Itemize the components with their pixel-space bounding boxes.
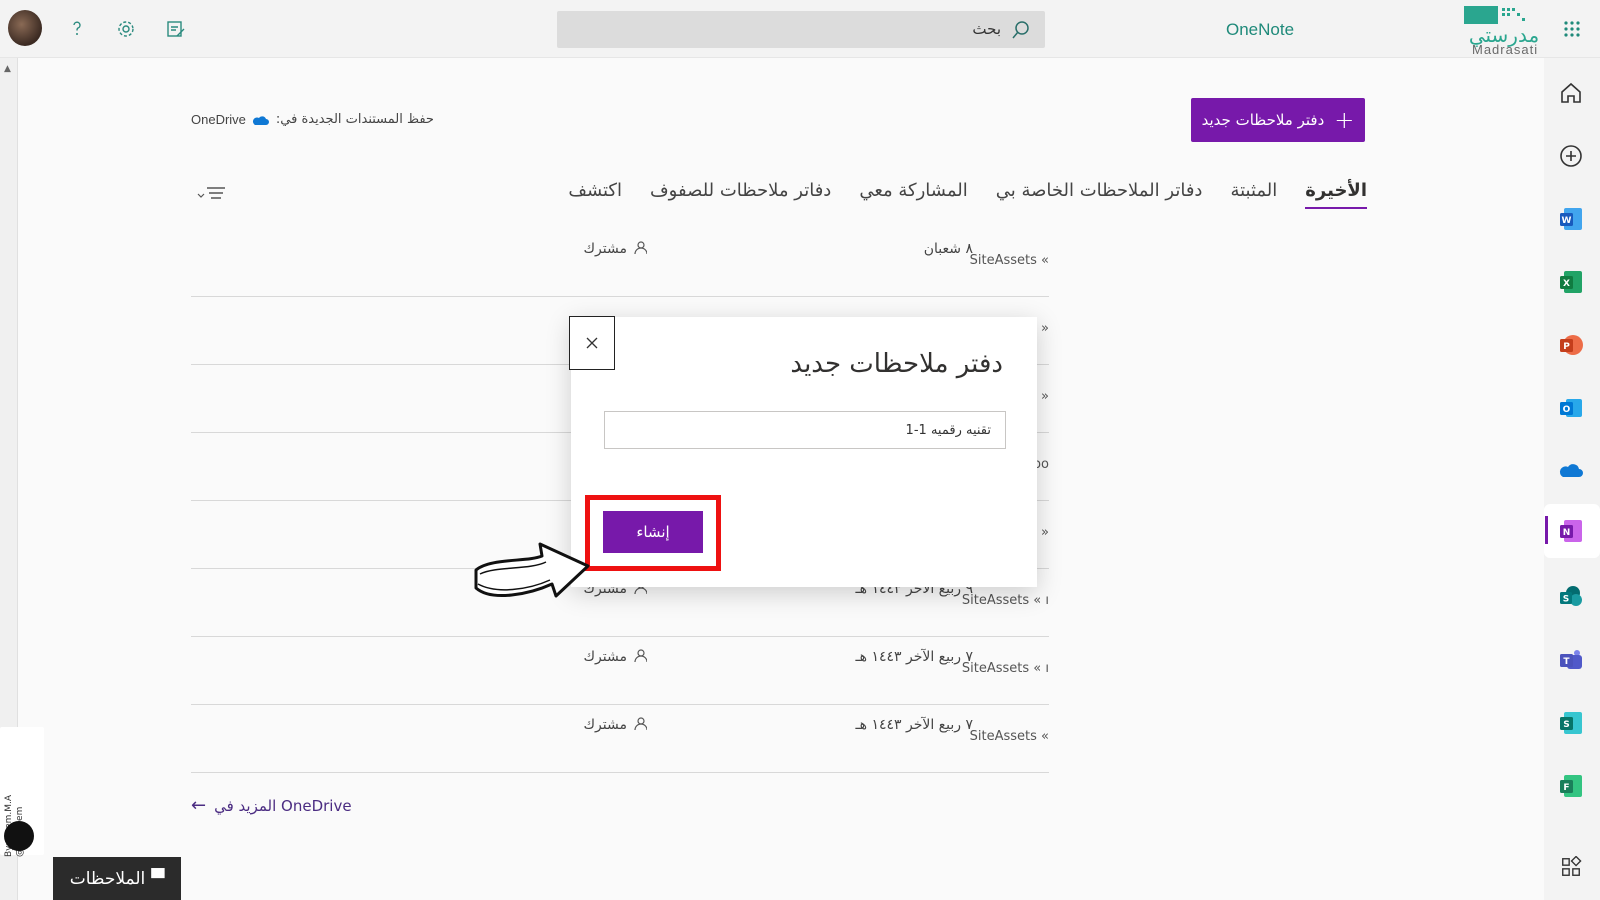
sway-icon[interactable]: S [1556, 708, 1586, 738]
help-icon[interactable] [66, 18, 88, 40]
item-date: ٨ شعبان [923, 241, 973, 257]
new-notebook-dialog: دفتر ملاحظات جديد إنشاء [569, 316, 1037, 587]
people-icon [634, 241, 647, 255]
outlook-icon[interactable]: O [1556, 393, 1586, 423]
svg-text:F: F [1563, 783, 1569, 793]
people-icon [634, 717, 647, 731]
item-date: ٧ ربيع الآخر ١٤٤٣ هـ [855, 717, 973, 733]
gear-icon[interactable] [115, 18, 137, 40]
item-date: ٧ ربيع الآخر ١٤٤٣ هـ [855, 649, 973, 665]
svg-text:O: O [1563, 405, 1571, 415]
tab-pinned[interactable]: المثبتة [1230, 180, 1277, 201]
search-box[interactable]: بحث [557, 11, 1045, 48]
svg-text:S: S [1563, 720, 1569, 730]
tab-my-notebooks[interactable]: دفاتر الملاحظات الخاصة بي [996, 180, 1203, 201]
notes-bar[interactable]: الملاحظات ▀ [53, 857, 181, 900]
item-location: SiteAssets « [969, 253, 1049, 268]
avatar[interactable] [8, 10, 42, 46]
onedrive-cloud-icon [252, 115, 269, 125]
create-icon[interactable] [1556, 141, 1586, 171]
search-placeholder: بحث [972, 20, 1001, 38]
share-status: مشترك [583, 717, 627, 733]
word-icon[interactable]: W [1556, 204, 1586, 234]
app-name[interactable]: OneNote [1226, 20, 1294, 40]
share-status: مشترك [583, 649, 627, 665]
close-button[interactable] [569, 316, 615, 370]
scroll-up-icon[interactable]: ▲ [4, 64, 11, 74]
svg-text:P: P [1563, 342, 1570, 352]
new-notebook-button[interactable]: دفتر ملاحظات جديد + [1191, 98, 1365, 142]
all-apps-icon[interactable] [1556, 852, 1586, 882]
svg-text:S: S [1563, 595, 1569, 605]
sort-filter-icon[interactable] [197, 185, 227, 201]
create-button[interactable]: إنشاء [603, 511, 703, 553]
credit-watermark: By: Reem.M.A @Mi:sreem [0, 727, 44, 857]
list-item[interactable]: SiteAssets « ٨ شعبان مشترك [191, 229, 1049, 297]
svg-text:X: X [1563, 279, 1570, 289]
svg-text:T: T [1563, 657, 1570, 667]
rail-active-indicator [1545, 516, 1548, 544]
tab-class-notebooks[interactable]: دفاتر ملاحظات للصفوف [650, 180, 831, 201]
people-icon [634, 649, 647, 663]
item-location: » [1041, 321, 1049, 336]
plus-icon: + [1334, 106, 1355, 134]
forms-icon[interactable]: F [1556, 771, 1586, 801]
sharepoint-icon[interactable]: S [1556, 582, 1586, 612]
list-item[interactable]: SiteAssets « ı ٧ ربيع الآخر ١٤٤٣ هـ مشتر… [191, 637, 1049, 705]
teams-icon[interactable]: T [1556, 645, 1586, 675]
item-share: مشترك [527, 717, 647, 733]
onedrive-icon[interactable] [1556, 456, 1586, 486]
feedback-icon[interactable] [165, 18, 187, 40]
onenote-icon[interactable]: N [1556, 516, 1586, 546]
tab-shared-with-me[interactable]: المشاركة معي [859, 180, 967, 201]
top-bar: بحث OneNote مدرستي Madrasati [0, 0, 1600, 58]
tab-bar: الأخيرة المثبتة دفاتر الملاحظات الخاصة ب… [568, 180, 1367, 209]
save-location: حفظ المستندات الجديدة في: OneDrive [191, 112, 434, 127]
notes-label: الملاحظات [69, 868, 146, 889]
comment-icon: ▀ [151, 868, 165, 889]
item-location: SiteAssets « [969, 729, 1049, 744]
more-label: المزيد في OneDrive [214, 796, 352, 815]
close-icon [586, 337, 598, 349]
excel-icon[interactable]: X [1556, 267, 1586, 297]
new-notebook-label: دفتر ملاحظات جديد [1201, 111, 1325, 129]
home-icon[interactable] [1556, 78, 1586, 108]
svg-text:W: W [1562, 216, 1572, 226]
pointer-arrow-icon [474, 542, 590, 598]
tab-recent[interactable]: الأخيرة [1305, 180, 1367, 209]
notebook-name-input[interactable] [604, 411, 1006, 449]
item-share: مشترك [527, 241, 647, 257]
search-icon [1011, 20, 1031, 40]
share-status: مشترك [583, 241, 627, 257]
app-launcher-icon[interactable] [1563, 20, 1581, 38]
item-location: SiteAssets « ı [961, 661, 1049, 676]
save-prefix: حفظ المستندات الجديدة في: [275, 112, 434, 127]
list-item[interactable]: SiteAssets « ٧ ربيع الآخر ١٤٤٣ هـ مشترك [191, 705, 1049, 773]
powerpoint-icon[interactable]: P [1556, 330, 1586, 360]
dialog-title: دفتر ملاحظات جديد [790, 349, 1003, 379]
item-share: مشترك [527, 649, 647, 665]
logo-subtext: Madrasati [1472, 42, 1539, 57]
save-location-link[interactable]: OneDrive [191, 112, 246, 127]
tab-discover[interactable]: اكتشف [568, 180, 622, 201]
more-in-onedrive-link[interactable]: ← المزيد في OneDrive [191, 795, 352, 816]
credit-logo [4, 821, 34, 851]
arrow-left-icon: ← [191, 795, 207, 816]
svg-text:N: N [1563, 528, 1571, 538]
item-location: SiteAssets « ı [961, 593, 1049, 608]
